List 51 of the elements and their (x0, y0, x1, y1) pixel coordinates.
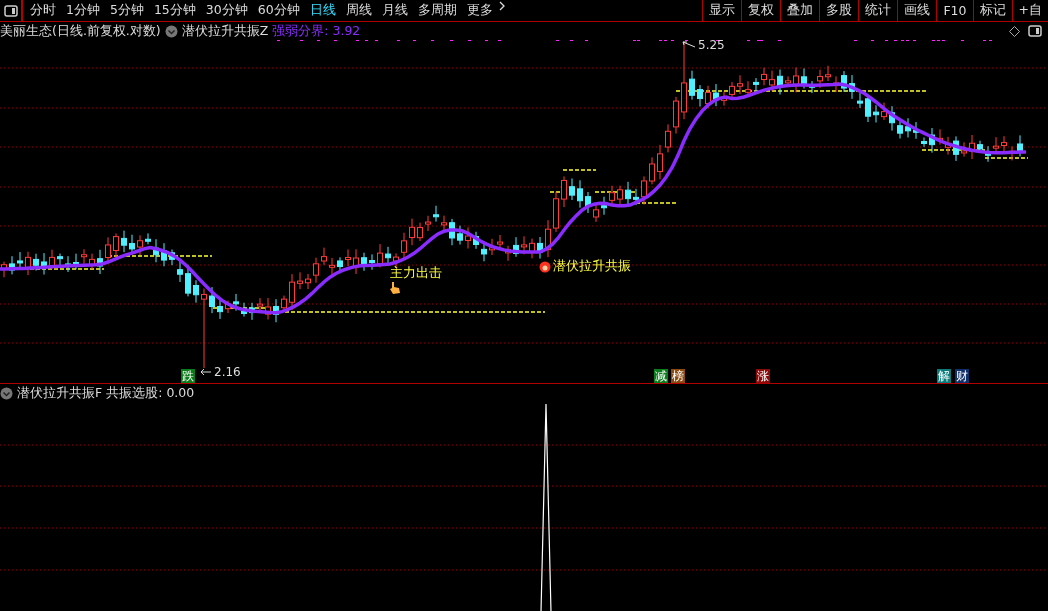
panel-toggle-icon[interactable] (3, 4, 18, 17)
diamond-icon[interactable] (1009, 25, 1020, 37)
left-arrow-icon (200, 368, 212, 376)
period-tab[interactable]: 5分钟 (104, 0, 149, 21)
toolbar-button[interactable]: 标记 (972, 0, 1012, 21)
event-marker[interactable]: 减 (654, 369, 668, 383)
period-tab[interactable]: 周线 (340, 0, 377, 21)
hand-pointer-icon (389, 281, 401, 295)
toolbar-button[interactable]: F10 (936, 0, 973, 21)
period-tab[interactable]: 30分钟 (200, 0, 253, 21)
toolbar-button[interactable]: 显示 (702, 0, 742, 21)
pointer-arrow-icon (682, 41, 696, 49)
support-line (562, 169, 597, 171)
indicator-value: 共振选股: 0.00 (106, 384, 195, 402)
support-line (549, 191, 561, 193)
signal-label: 潜伏拉升共振 (553, 258, 631, 275)
support-line (984, 157, 1029, 159)
panel-toggle-icon[interactable] (1028, 25, 1042, 37)
low-price-label: 2.16 (214, 365, 241, 379)
fire-dot-icon (539, 260, 551, 273)
period-tab[interactable]: 15分钟 (148, 0, 201, 21)
indicator-name: 潜伏拉升共振F (17, 384, 103, 402)
event-marker[interactable]: 跌 (181, 369, 195, 383)
toolbar-button[interactable]: +自 (1011, 0, 1048, 21)
indicator-value: 强弱分界: 3.92 (272, 22, 361, 40)
dropdown-icon[interactable] (0, 386, 13, 400)
event-marker[interactable]: 解 (937, 369, 951, 383)
indicator-name: 潜伏拉升共振Z (181, 22, 269, 40)
event-marker[interactable]: 榜 (671, 369, 685, 383)
high-price-label: 5.25 (698, 38, 725, 52)
dropdown-icon[interactable] (164, 24, 178, 38)
period-tab[interactable]: 多周期 (412, 0, 462, 21)
support-line (594, 191, 637, 193)
stock-title: 美丽生态(日线.前复权.对数) (0, 22, 161, 40)
period-tab[interactable]: 月线 (376, 0, 413, 21)
period-tab[interactable]: 日线 (304, 0, 341, 21)
period-tab[interactable]: 60分钟 (252, 0, 305, 21)
toolbar-button[interactable]: 统计 (858, 0, 898, 21)
toolbar-button[interactable]: 多股 (819, 0, 859, 21)
chevron-right-icon[interactable] (497, 0, 506, 12)
toolbar-button[interactable]: 画线 (897, 0, 937, 21)
event-marker[interactable]: 涨 (756, 369, 770, 383)
support-line (635, 202, 677, 204)
period-tab[interactable]: 1分钟 (61, 0, 105, 21)
period-tab[interactable]: 更多 (461, 0, 498, 21)
event-marker[interactable]: 财 (955, 369, 969, 383)
toolbar-button[interactable]: 复权 (741, 0, 781, 21)
toolbar-button[interactable]: 叠加 (780, 0, 820, 21)
period-tab[interactable]: 分时 (25, 0, 61, 21)
support-line (921, 149, 986, 151)
signal-label: 主力出击 (390, 265, 442, 282)
